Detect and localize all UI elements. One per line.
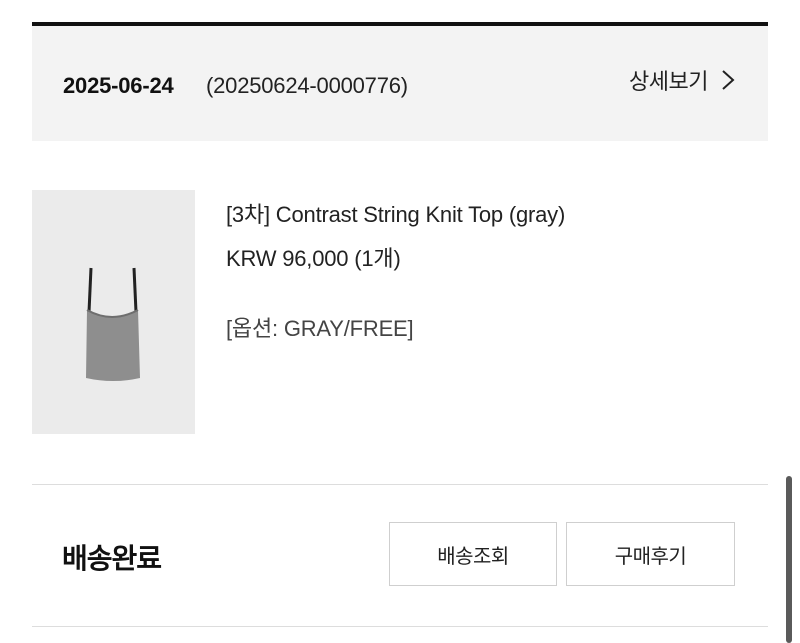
product-name[interactable]: [3차] Contrast String Knit Top (gray) bbox=[226, 197, 565, 229]
order-header: 2025-06-24 (20250624-0000776) 상세보기 bbox=[32, 26, 768, 141]
bottom-divider bbox=[32, 626, 768, 627]
product-price: KRW 96,000 (1개) bbox=[226, 246, 401, 271]
product-thumbnail[interactable] bbox=[32, 190, 195, 434]
track-delivery-button[interactable]: 배송조회 bbox=[389, 522, 557, 586]
knit-top-image bbox=[32, 190, 195, 434]
order-date: 2025-06-24 bbox=[63, 73, 174, 98]
view-details-link[interactable]: 상세보기 bbox=[629, 64, 736, 96]
delivery-status: 배송완료 bbox=[62, 543, 162, 574]
scrollbar[interactable] bbox=[786, 476, 792, 643]
order-history-page: 2025-06-24 (20250624-0000776) 상세보기 [3차] … bbox=[0, 0, 800, 643]
product-option: [옵션: GRAY/FREE] bbox=[226, 316, 414, 341]
order-number: (20250624-0000776) bbox=[206, 73, 408, 98]
section-divider bbox=[32, 484, 768, 485]
chevron-right-icon bbox=[722, 70, 735, 90]
view-details-label: 상세보기 bbox=[629, 69, 708, 94]
write-review-button[interactable]: 구매후기 bbox=[566, 522, 735, 586]
